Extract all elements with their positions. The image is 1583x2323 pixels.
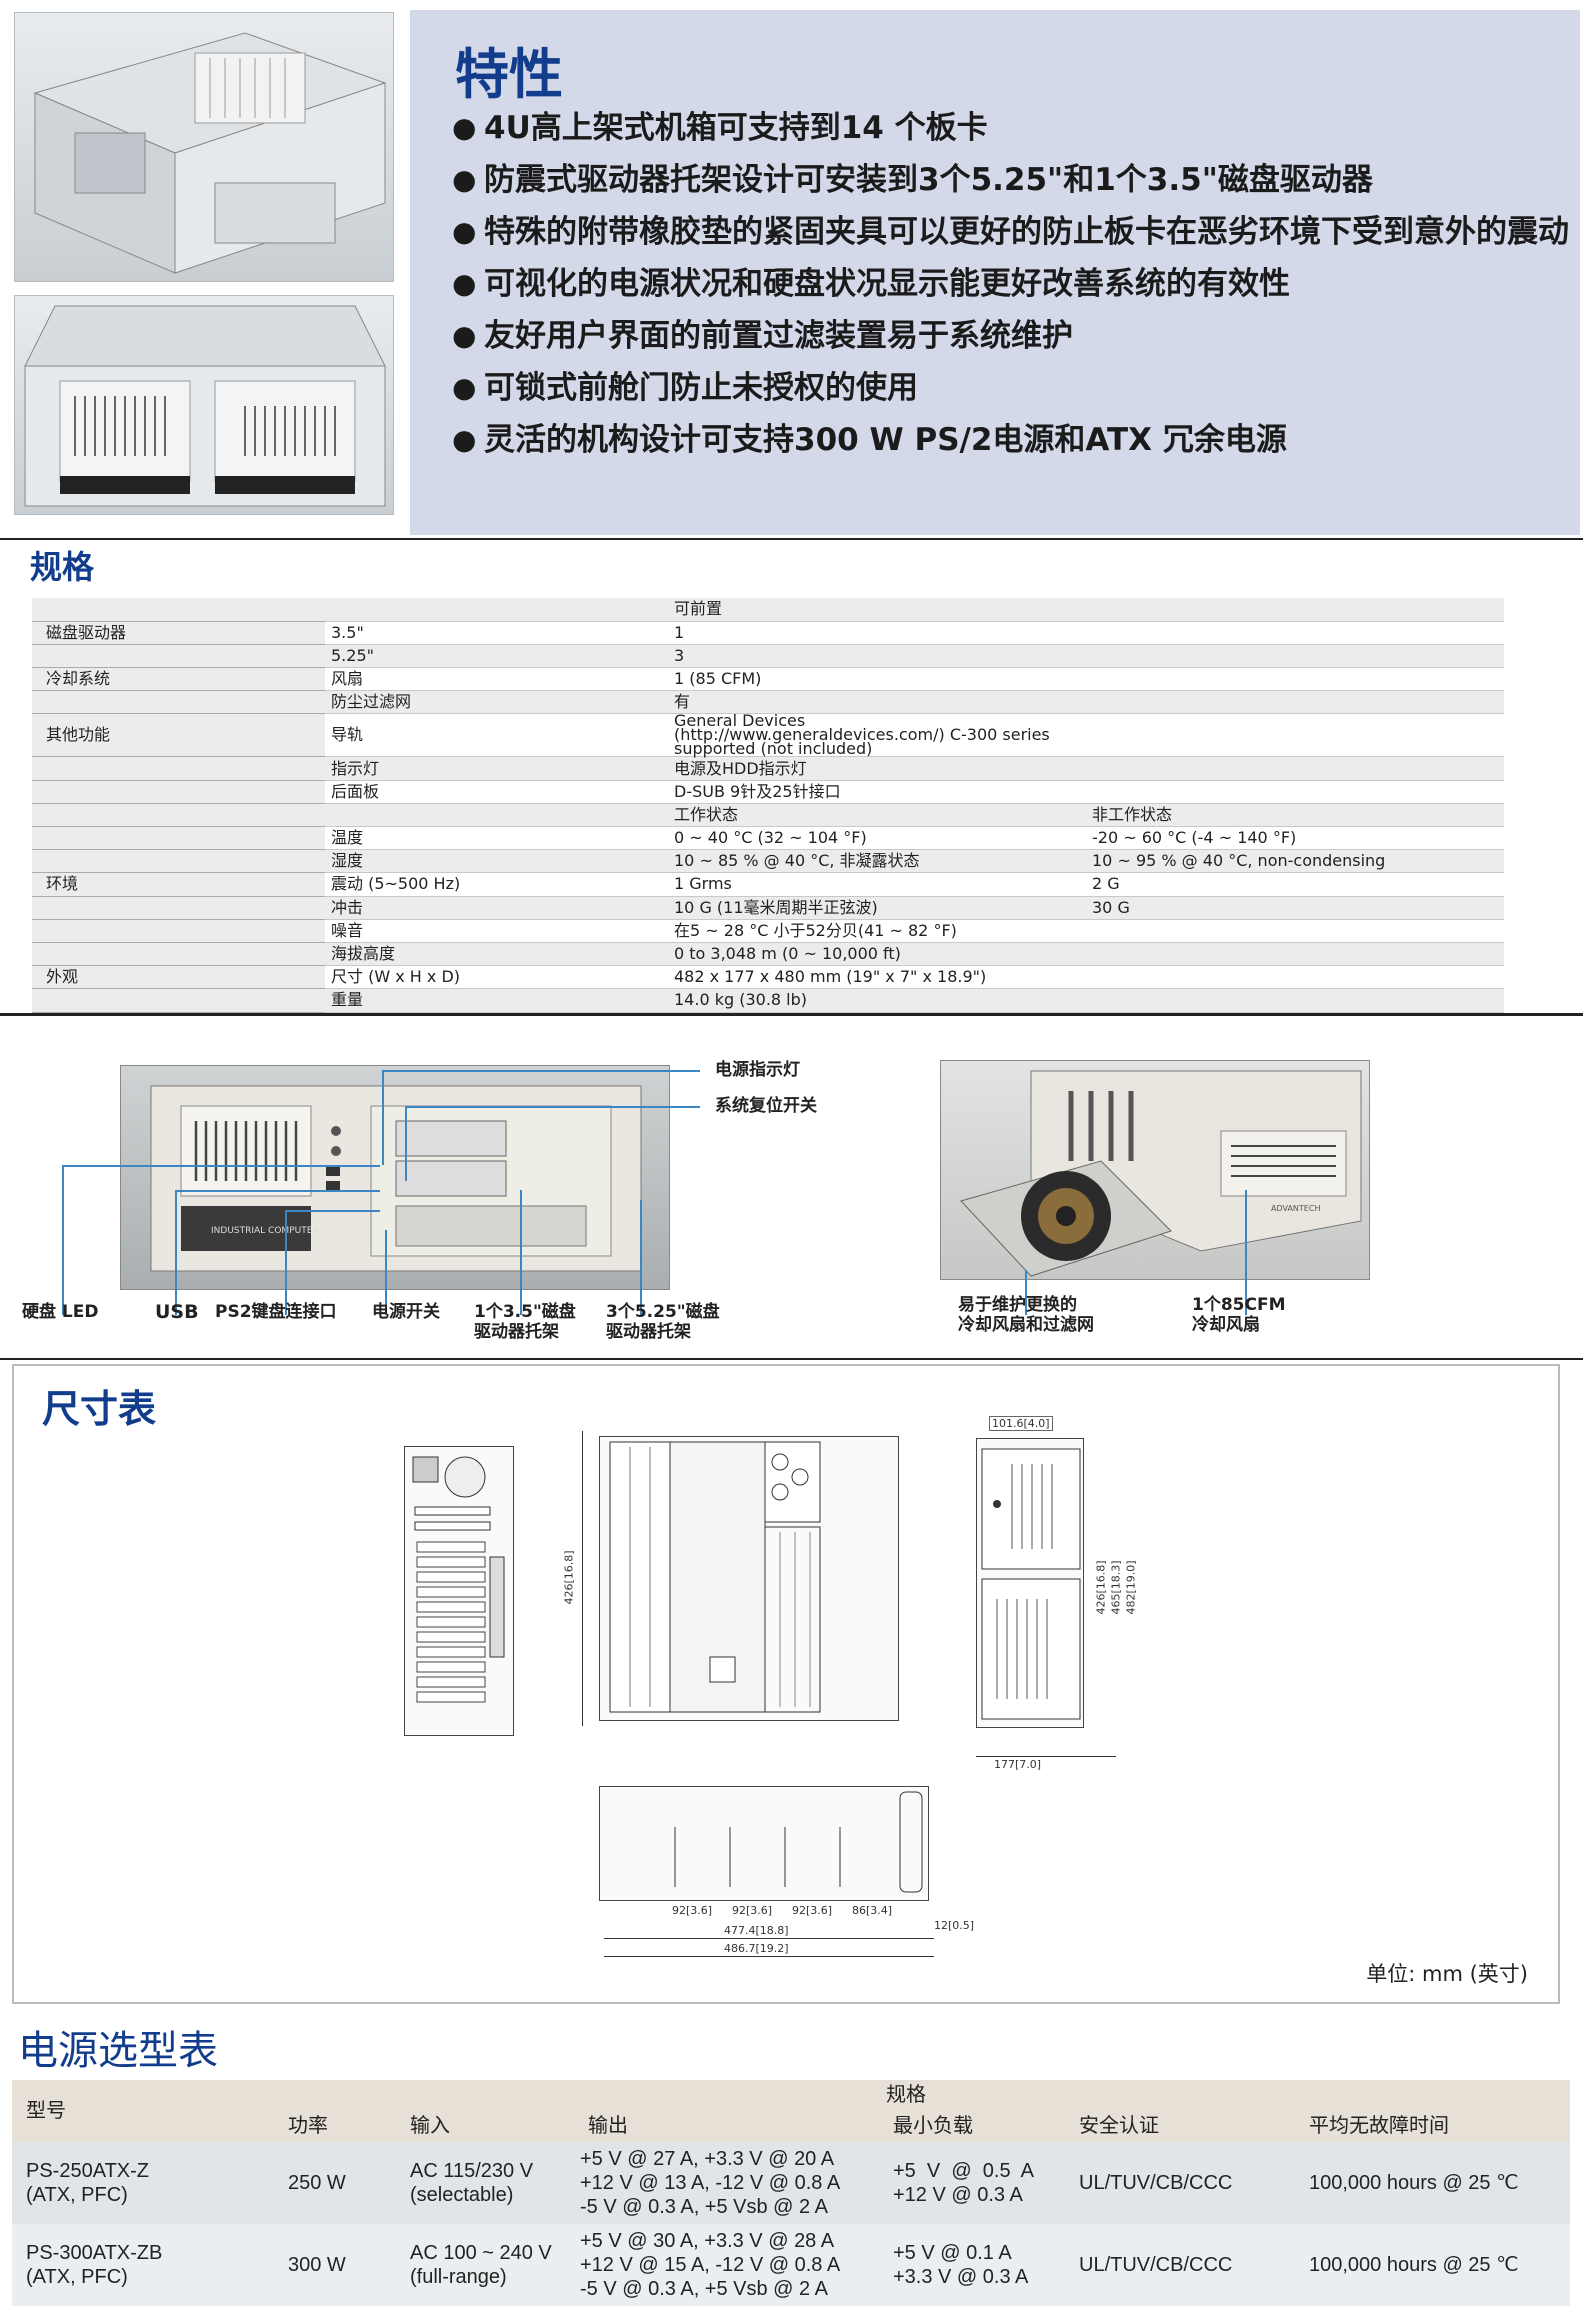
feature-item: ● 友好用户界面的前置过滤装置易于系统维护 <box>452 310 1572 362</box>
table-row: 其他功能 导轨 General Devices (http://www.genera… <box>32 713 1504 758</box>
col-output: 输出 <box>574 2110 879 2142</box>
psu-header-row: 型号 规格 <box>12 2080 1570 2142</box>
top-view-drawing <box>599 1436 899 1721</box>
spec-table-wrap: 可前置 磁盘驱动器 3.5" 1 5.25" 3 冷却系统 风扇 1 (85 CFM) 防尘过滤网… <box>32 598 1504 1013</box>
bullet-icon: ● <box>452 423 477 456</box>
bay35-label: 1个3.5"磁盘 驱动器托架 <box>474 1302 576 1342</box>
dim-86: 86[3.4] <box>852 1904 893 1917</box>
dim-12: 12[0.5] <box>934 1919 975 1932</box>
bullet-icon: ● <box>452 215 477 248</box>
table-row: 后面板 D-SUB 9针及25针接口 <box>32 780 1504 804</box>
table-row: 温度 0 ~ 40 °C (32 ~ 104 °F) -20 ~ 60 °C (-4… <box>32 826 1504 851</box>
table-row: 工作状态 非工作状态 <box>32 803 1504 828</box>
unit-note: 单位: mm (英寸) <box>1366 1962 1528 1986</box>
bay525-label: 3个5.25"磁盘 驱动器托架 <box>606 1302 720 1342</box>
table-row: PS-250ATX-Z (ATX, PFC) 250 W AC 115/230 V… <box>12 2142 1570 2224</box>
side-view-drawing <box>599 1786 929 1901</box>
col-power: 功率 <box>274 2110 396 2142</box>
rear-view-drawing <box>404 1446 514 1736</box>
dim-92-a: 92[3.6] <box>672 1904 713 1917</box>
dim-426-front: 426[16.8] <box>1094 1560 1108 1615</box>
bullet-icon: ● <box>452 267 477 300</box>
panel-text: INDUSTRIAL COMPUTER <box>211 1226 319 1236</box>
feature-item: ● 4U高上架式机箱可支持到14 个板卡 <box>452 102 1572 154</box>
ps2-label: PS2键盘连接口 <box>215 1302 337 1322</box>
chassis-open-photo <box>14 12 394 282</box>
power-led-label: 电源指示灯 <box>715 1060 800 1080</box>
dim-92-b: 92[3.6] <box>732 1904 773 1917</box>
table-row: 噪音 在5 ~ 28 °C 小于52分贝(41 ~ 82 °F) <box>32 919 1504 943</box>
dimensions-section: 尺寸表 426[16.8] 101.6[4.0] 426[16.8] 465[1… <box>12 1364 1560 2004</box>
dim-477-4: 477.4[18.8] <box>724 1924 789 1937</box>
usb-label: USB <box>155 1301 199 1323</box>
features-panel: 特性 ● 4U高上架式机箱可支持到14 个板卡 ● 防震式驱动器托架设计可安装到3个… <box>410 10 1580 535</box>
psu-title: 电源选型表 <box>18 2028 218 2074</box>
bullet-icon: ● <box>452 371 477 404</box>
col-mtbf: 平均无故障时间 <box>1295 2110 1570 2142</box>
dim-426-vertical: 426[16.8] <box>562 1550 576 1605</box>
dim-92-c: 92[3.6] <box>792 1904 833 1917</box>
spec-section: 规格 可前置 磁盘驱动器 3.5" 1 5.25" 3 冷却系统 风扇 1 (85 CFM) 防尘… <box>0 538 1583 1016</box>
col-minload: 最小负载 <box>879 2110 1065 2142</box>
feature-item: ● 可锁式前舱门防止未授权的使用 <box>452 362 1572 414</box>
spec-table-body: 可前置 磁盘驱动器 3.5" 1 5.25" 3 冷却系统 风扇 1 (85 CFM) 防尘过滤网… <box>32 598 1504 1013</box>
bullet-icon: ● <box>452 111 477 144</box>
bullet-icon: ● <box>452 319 477 352</box>
chassis-front-photo <box>14 295 394 515</box>
table-row: 冲击 10 G (11毫米周期半正弦波) 30 G <box>32 896 1504 920</box>
table-row: 磁盘驱动器 3.5" 1 <box>32 621 1504 645</box>
col-safety: 安全认证 <box>1065 2110 1295 2142</box>
feature-item: ● 灵活的机构设计可支持300 W PS/2电源和ATX 冗余电源 <box>452 414 1572 466</box>
power-switch-label: 电源开关 <box>372 1302 440 1322</box>
table-row: 冷却系统 风扇 1 (85 CFM) <box>32 667 1504 692</box>
feature-item: ● 特殊的附带橡胶垫的紧固夹具可以更好的防止板卡在恶劣环境下受到意外的震动 <box>452 206 1572 258</box>
front-panel-photo: INDUSTRIAL COMPUTER <box>120 1065 670 1290</box>
table-row: PS-300ATX-ZB (ATX, PFC) 300 W AC 100 ~ 24… <box>12 2224 1570 2306</box>
features-title: 特性 <box>455 43 563 106</box>
table-row: 指示灯 电源及HDD指示灯 <box>32 756 1504 781</box>
features-list: ● 4U高上架式机箱可支持到14 个板卡 ● 防震式驱动器托架设计可安装到3个5.2… <box>452 102 1572 466</box>
col-input: 输入 <box>396 2110 574 2142</box>
psu-table-wrap: 型号 规格 功率 输入 输出 最小负载 安全认证 平均无故障时间 PS-250A… <box>12 2080 1570 2315</box>
brand-text: ADVANTECH <box>1271 1204 1320 1213</box>
dim-101-6: 101.6[4.0] <box>989 1416 1053 1431</box>
table-row: 重量 14.0 kg (30.8 lb) <box>32 988 1504 1013</box>
spec-table: 可前置 磁盘驱动器 3.5" 1 5.25" 3 冷却系统 风扇 1 (85 CFM) 防尘过滤网… <box>32 598 1504 1013</box>
bullet-icon: ● <box>452 163 477 196</box>
reset-switch-label: 系统复位开关 <box>715 1096 817 1116</box>
feature-item: ● 防震式驱动器托架设计可安装到3个5.25"和1个3.5"磁盘驱动器 <box>452 154 1572 206</box>
col-model: 型号 <box>12 2080 274 2142</box>
filter-label: 易于维护更换的 冷却风扇和过滤网 <box>958 1295 1094 1335</box>
spec-title: 规格 <box>30 548 95 586</box>
front-view-drawing <box>976 1438 1084 1728</box>
table-row: 湿度 10 ~ 85 % @ 40 °C, 非凝露状态 10 ~ 95 % @ 40… <box>32 849 1504 874</box>
dim-486-7: 486.7[19.2] <box>724 1942 789 1955</box>
psu-table: 型号 规格 功率 输入 输出 最小负载 安全认证 平均无故障时间 PS-250A… <box>12 2080 1570 2306</box>
dimensions-title: 尺寸表 <box>42 1387 157 1431</box>
features-section: 特性 ● 4U高上架式机箱可支持到14 个板卡 ● 防震式驱动器托架设计可安装到3个… <box>0 0 1583 535</box>
table-row: 外观 尺寸 (W x H x D) 482 x 177 x 480 mm (19" … <box>32 965 1504 990</box>
dim-465: 465[18.3] <box>1109 1560 1123 1615</box>
table-row: 可前置 <box>32 598 1504 622</box>
table-row: 5.25" 3 <box>32 644 1504 669</box>
fan-label: 1个85CFM 冷却风扇 <box>1192 1295 1286 1335</box>
rear-fan-photo: ADVANTECH <box>940 1060 1370 1280</box>
hdd-led-label: 硬盘 LED <box>22 1302 99 1322</box>
table-row: 环境 震动 (5~500 Hz) 1 Grms 2 G <box>32 872 1504 897</box>
table-row: 海拔高度 0 to 3,048 m (0 ~ 10,000 ft) <box>32 942 1504 967</box>
front-panel-section: INDUSTRIAL COMPUTER ADVANTECH 电源指示灯 系统复位… <box>0 1020 1583 1360</box>
dim-482: 482[19.0] <box>1124 1560 1138 1615</box>
feature-item: ● 可视化的电源状况和硬盘状况显示能更好改善系统的有效性 <box>452 258 1572 310</box>
spec-group-header: 规格 <box>274 2080 1570 2110</box>
dim-177: 177[7.0] <box>994 1758 1042 1771</box>
